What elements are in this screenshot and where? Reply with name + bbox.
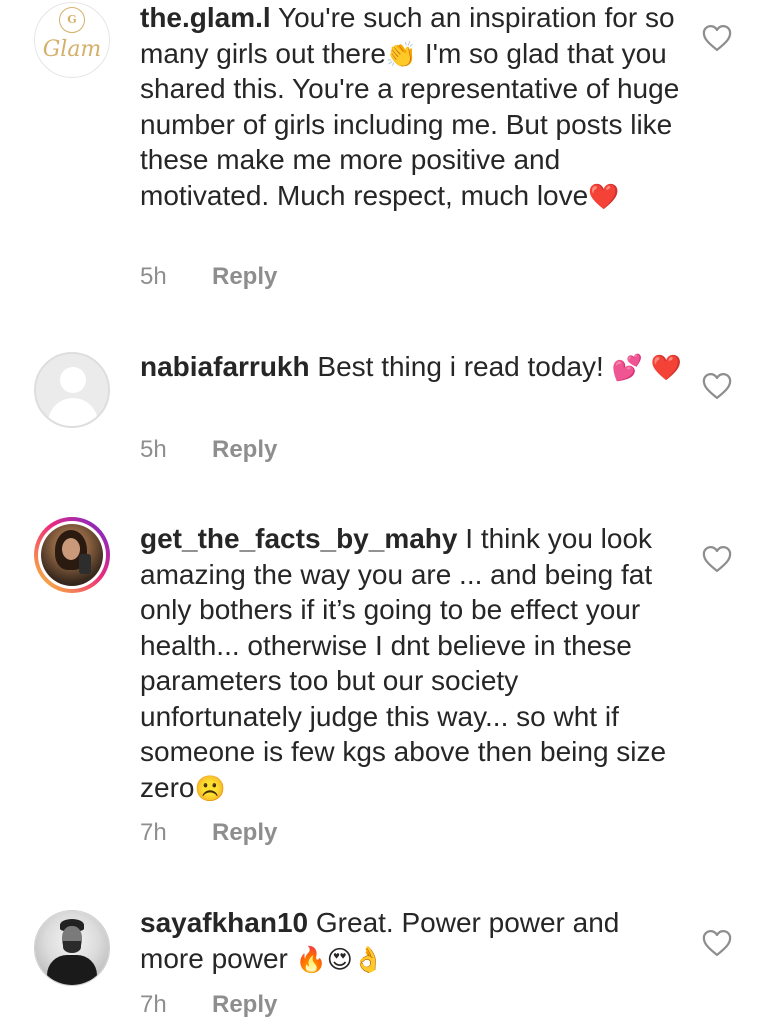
heart-outline-icon[interactable] [702,929,732,957]
comment-meta: 7h Reply [140,990,277,1020]
default-avatar-icon [60,367,86,393]
fire-icon: 🔥 [295,945,327,974]
ok-hand-icon: 👌 [352,945,384,974]
avatar[interactable] [34,910,110,986]
comment-timestamp: 5h [140,436,167,463]
avatar[interactable] [34,352,110,428]
reply-button[interactable]: Reply [212,436,277,463]
comment-body: I think you look amazing the way you are… [140,523,667,803]
reply-button[interactable]: Reply [212,819,277,846]
comment-timestamp: 5h [140,263,167,290]
heart-outline-icon[interactable] [702,545,732,573]
frowning-face-icon: ☹️ [194,774,226,803]
comment-text: the.glam.l You're such an inspiration fo… [140,0,685,213]
red-heart-icon: ❤️ [650,354,682,382]
glam-logo-mark: G [59,7,85,33]
comment-meta: 5h Reply [140,262,277,292]
comment-meta: 7h Reply [140,818,277,848]
reply-button[interactable]: Reply [212,991,277,1018]
comment-text: get_the_facts_by_mahy I think you look a… [140,521,685,805]
avatar[interactable]: G Glam [34,2,110,78]
heart-eyes-icon: 😍 [326,945,353,974]
avatar[interactable] [34,517,110,593]
comment-username[interactable]: sayafkhan10 [140,907,308,938]
comment-text: nabiafarrukh Best thing i read today! 💕 … [140,349,685,385]
heart-outline-icon[interactable] [702,372,732,400]
comment-body: Best thing i read today! [317,351,604,382]
default-avatar-body [48,398,98,426]
profile-photo [35,911,109,985]
comment-username[interactable]: the.glam.l [140,2,271,33]
clapping-hands-icon: 👏 [385,40,418,69]
comment-text: sayafkhan10 Great. Power power and more … [140,905,685,976]
red-heart-icon: ❤️ [588,182,620,211]
glam-logo-text: Glam [42,37,102,62]
comment-timestamp: 7h [140,819,167,846]
story-ring [38,521,106,589]
comment-timestamp: 7h [140,991,167,1018]
comment-meta: 5h Reply [140,435,277,465]
two-hearts-icon: 💕 [611,354,643,382]
comment-username[interactable]: get_the_facts_by_mahy [140,523,457,554]
reply-button[interactable]: Reply [212,263,277,290]
heart-outline-icon[interactable] [702,24,732,52]
comment-username[interactable]: nabiafarrukh [140,351,310,382]
profile-photo [41,524,103,586]
